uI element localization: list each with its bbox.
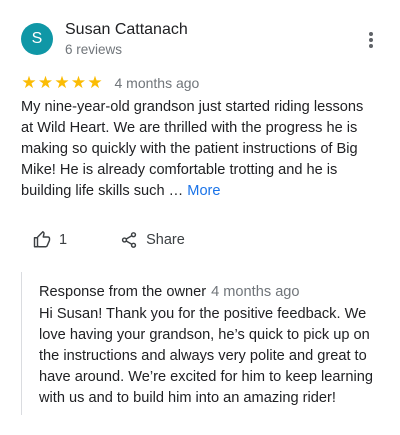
rating-row: ★ ★ ★ ★ ★ 4 months ago bbox=[21, 73, 199, 93]
share-label: Share bbox=[146, 232, 185, 248]
star-icon: ★ bbox=[54, 73, 70, 92]
more-link[interactable]: More bbox=[187, 183, 220, 199]
star-icon: ★ bbox=[21, 73, 37, 92]
reviewer-name[interactable]: Susan Cattanach bbox=[65, 21, 188, 39]
review-text: My nine-year-old grandson just started r… bbox=[21, 97, 373, 202]
thumbs-up-icon bbox=[33, 231, 51, 249]
reviewer-review-count: 6 reviews bbox=[65, 42, 123, 57]
response-text: Hi Susan! Thank you for the positive fee… bbox=[39, 306, 373, 406]
more-vert-icon[interactable] bbox=[361, 30, 381, 52]
response-header: Response from the owner 4 months ago bbox=[39, 284, 300, 300]
avatar[interactable]: S bbox=[21, 23, 53, 55]
share-button[interactable]: Share bbox=[120, 231, 185, 249]
like-count: 1 bbox=[59, 232, 68, 248]
response-title: Response from the owner bbox=[39, 284, 207, 300]
review-card: S Susan Cattanach 6 reviews ★ ★ ★ ★ ★ 4 … bbox=[0, 0, 400, 435]
star-rating: ★ ★ ★ ★ ★ bbox=[21, 74, 104, 92]
share-icon bbox=[120, 231, 138, 249]
like-button[interactable]: 1 bbox=[33, 231, 67, 249]
review-actions: 1 Share bbox=[21, 227, 185, 253]
response-date: 4 months ago bbox=[211, 284, 300, 300]
star-icon: ★ bbox=[87, 73, 103, 92]
star-icon: ★ bbox=[37, 73, 54, 92]
owner-response: Response from the owner 4 months ago Hi S… bbox=[21, 272, 382, 415]
review-date: 4 months ago bbox=[114, 75, 200, 91]
star-icon: ★ bbox=[70, 73, 87, 92]
